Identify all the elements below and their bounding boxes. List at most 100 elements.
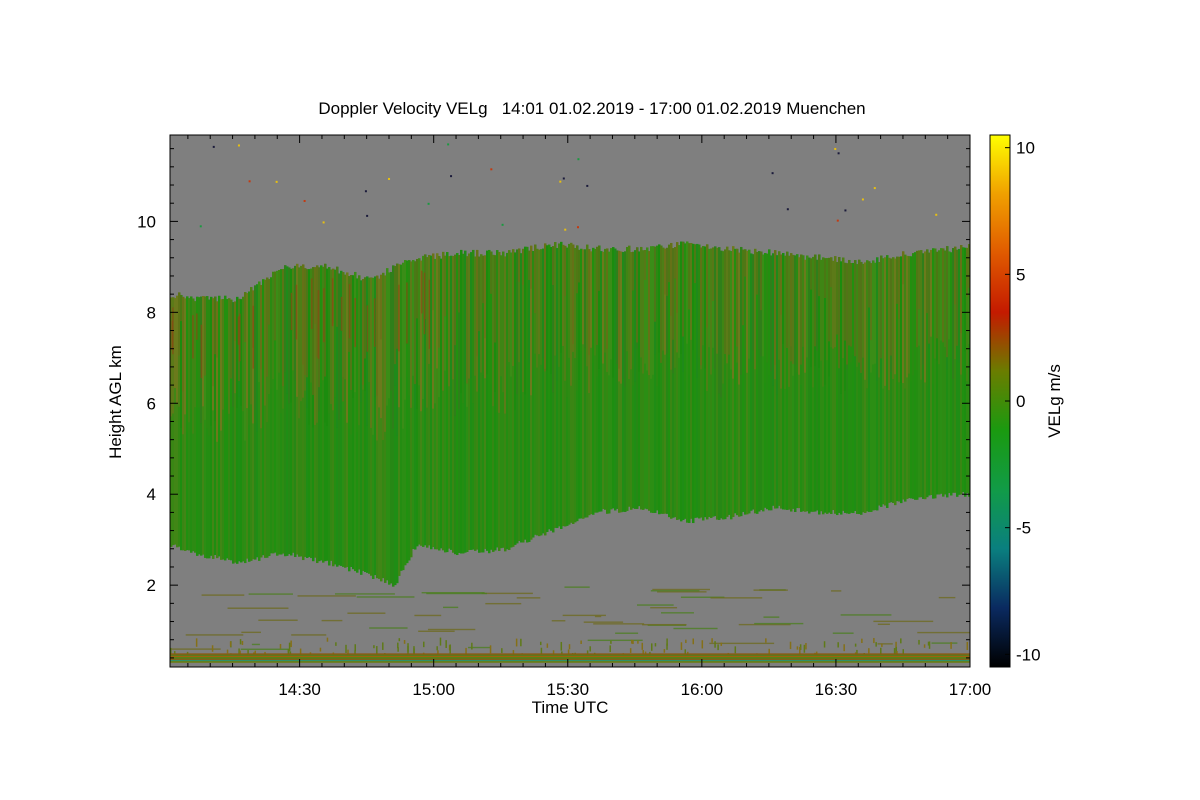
noise-dot xyxy=(836,219,839,222)
x-tick-label: 14:30 xyxy=(278,680,321,699)
cloud-column-upper xyxy=(848,259,850,346)
cloud-column-upper xyxy=(234,301,236,341)
clutter-line xyxy=(917,631,970,634)
clutter-speck xyxy=(893,648,896,654)
noise-dot xyxy=(450,175,453,178)
clutter-line xyxy=(650,590,700,592)
clutter-line xyxy=(877,623,890,625)
clutter-speck xyxy=(900,638,902,644)
cloud-column-upper xyxy=(416,259,418,319)
cloud-column-upper xyxy=(870,263,872,341)
cloud-column-upper xyxy=(774,250,776,366)
surface-clutter-band xyxy=(170,661,970,663)
cloud-column-upper xyxy=(666,247,668,296)
clutter-line xyxy=(615,632,639,634)
x-tick-label: 16:30 xyxy=(815,680,858,699)
clutter-speck xyxy=(861,638,863,643)
cloud-column-upper xyxy=(306,269,308,378)
cloud-column-upper xyxy=(576,245,578,294)
cloud-column-upper xyxy=(946,246,948,358)
cloud-streak xyxy=(237,316,240,345)
cloud-column-upper xyxy=(956,249,958,346)
colorbar-label: VELg m/s xyxy=(1045,364,1064,438)
clutter-speck xyxy=(589,646,591,652)
clutter-speck xyxy=(345,644,347,653)
cloud-streak xyxy=(423,272,426,335)
clutter-speck xyxy=(290,640,292,648)
cloud-column-upper xyxy=(522,248,524,285)
cloud-streak xyxy=(354,298,356,348)
clutter-line xyxy=(873,620,934,623)
clutter-speck xyxy=(560,641,563,651)
cloud-streak xyxy=(200,324,203,379)
noise-dot xyxy=(237,144,240,147)
clutter-speck xyxy=(843,644,845,652)
cloud-column-upper xyxy=(588,249,590,356)
cloud-column-upper xyxy=(728,250,730,355)
clutter-speck xyxy=(868,648,870,654)
cloud-streak xyxy=(398,284,400,352)
cloud-column-upper xyxy=(260,284,262,370)
cloud-column-upper xyxy=(868,261,870,308)
clutter-speck xyxy=(568,644,571,650)
cloud-column-upper xyxy=(756,251,758,295)
cloud-column-upper xyxy=(596,246,598,345)
clutter-speck xyxy=(875,642,877,647)
clutter-line xyxy=(291,634,327,636)
clutter-line xyxy=(356,596,415,598)
plot-area xyxy=(170,135,970,667)
clutter-speck xyxy=(651,643,653,651)
cloud-column-upper xyxy=(688,243,690,310)
noise-dot xyxy=(873,187,876,190)
clutter-line xyxy=(754,622,804,625)
clutter-line xyxy=(661,612,694,614)
clutter-speck xyxy=(837,642,839,648)
cloud-column-upper xyxy=(918,250,920,310)
clutter-speck xyxy=(239,639,242,645)
clutter-speck xyxy=(195,638,198,647)
clutter-speck xyxy=(489,645,492,654)
noise-dot xyxy=(577,158,580,161)
noise-dot xyxy=(562,177,565,180)
cloud-streak xyxy=(239,313,241,362)
noise-dot xyxy=(586,184,589,187)
noise-dot xyxy=(490,168,493,171)
clutter-line xyxy=(637,604,674,606)
cloud-streak xyxy=(323,288,325,343)
cloud-column-upper xyxy=(364,277,366,359)
cloud-streak xyxy=(192,315,194,359)
x-tick-label: 15:30 xyxy=(546,680,589,699)
cloud-column-upper xyxy=(304,268,306,376)
cloud-column-upper xyxy=(736,248,738,347)
noise-dot xyxy=(786,208,789,211)
clutter-speck xyxy=(398,638,401,642)
clutter-line xyxy=(347,612,386,614)
colorbar-tick-label: -10 xyxy=(1016,645,1041,664)
cloud-column-upper xyxy=(606,248,608,349)
cloud-column-upper xyxy=(846,263,848,365)
surface-clutter xyxy=(170,653,970,663)
noise-dot xyxy=(559,180,562,183)
clutter-speck xyxy=(717,644,719,651)
clutter-line xyxy=(251,643,260,646)
cloud-column-upper xyxy=(458,255,460,313)
clutter-speck xyxy=(711,638,713,643)
cloud-column-upper xyxy=(830,257,832,288)
clutter-line xyxy=(710,597,763,599)
cloud-streak xyxy=(295,284,298,340)
clutter-line xyxy=(414,614,442,617)
noise-dot xyxy=(275,180,278,183)
cloud-column-upper xyxy=(724,249,726,355)
cloud-column-upper xyxy=(528,250,530,280)
cloud-column-upper xyxy=(314,267,316,324)
cloud-column-upper xyxy=(454,254,456,346)
clutter-line xyxy=(516,597,541,599)
cloud-column-upper xyxy=(444,255,446,317)
clutter-speck xyxy=(714,641,716,648)
noise-dot xyxy=(844,209,847,212)
cloud-column-upper xyxy=(274,271,276,341)
y-tick-label: 10 xyxy=(137,212,156,231)
clutter-line xyxy=(564,586,590,588)
clutter-speck xyxy=(629,648,632,653)
cloud-column-upper xyxy=(916,250,918,348)
